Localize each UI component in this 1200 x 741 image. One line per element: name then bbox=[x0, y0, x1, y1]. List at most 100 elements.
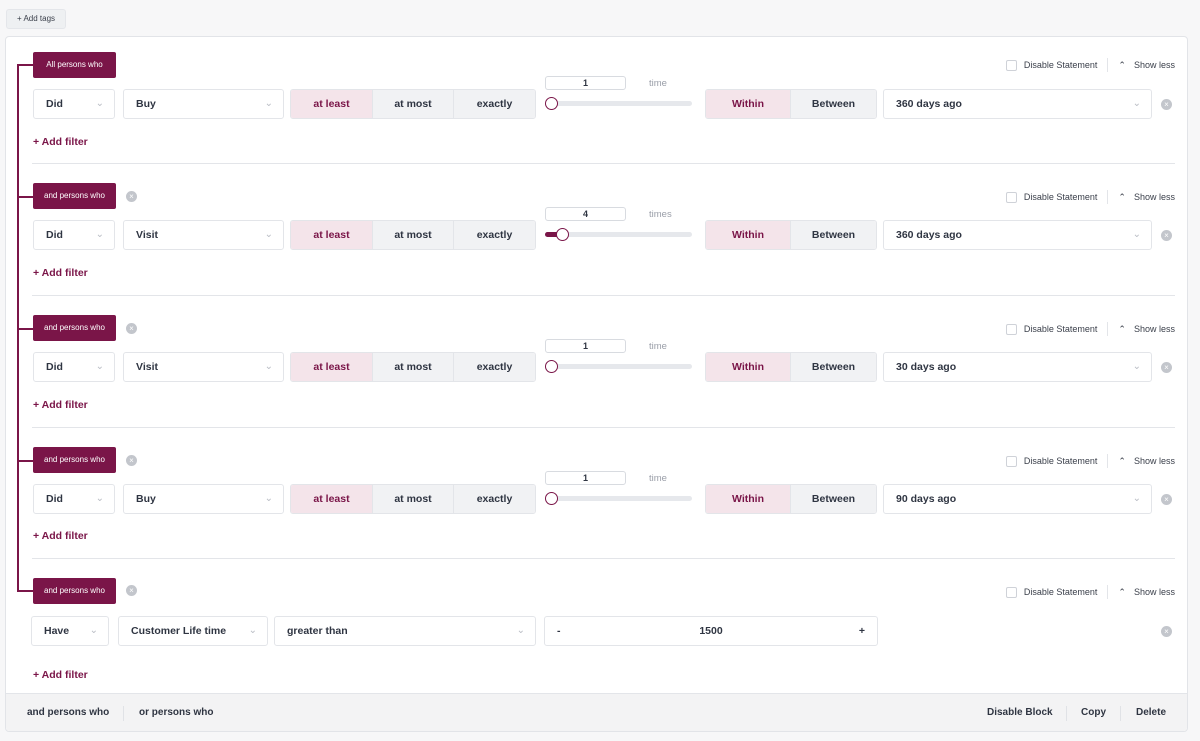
remove-statement-icon[interactable]: × bbox=[126, 323, 137, 334]
verb-select[interactable]: Did ⌄ bbox=[33, 220, 115, 250]
verb-select[interactable]: Did ⌄ bbox=[33, 352, 115, 382]
copy-button[interactable]: Copy bbox=[1081, 694, 1106, 731]
chevron-up-icon[interactable]: ⌃ bbox=[1118, 456, 1126, 467]
comparison-at-most[interactable]: at most bbox=[373, 353, 454, 381]
verb-select[interactable]: Have ⌄ bbox=[31, 616, 109, 646]
comparison-exactly[interactable]: exactly bbox=[454, 90, 535, 118]
chevron-up-icon[interactable]: ⌃ bbox=[1118, 192, 1126, 203]
time-within[interactable]: Within bbox=[706, 485, 791, 513]
verb-value: Have bbox=[44, 625, 70, 637]
verb-select[interactable]: Did ⌄ bbox=[33, 484, 115, 514]
and-persons-who-button[interactable]: and persons who bbox=[27, 694, 109, 731]
time-within[interactable]: Within bbox=[706, 221, 791, 249]
slider-thumb[interactable] bbox=[545, 360, 558, 373]
time-value-select[interactable]: 90 days ago ⌄ bbox=[883, 484, 1152, 514]
decrement-button[interactable]: - bbox=[557, 617, 561, 645]
count-slider[interactable] bbox=[545, 360, 692, 373]
disable-statement-label[interactable]: Disable Statement bbox=[1024, 192, 1098, 202]
show-less-button[interactable]: Show less bbox=[1134, 456, 1175, 466]
remove-statement-icon[interactable]: × bbox=[126, 191, 137, 202]
remove-row-icon[interactable]: × bbox=[1161, 626, 1172, 637]
comparison-at-least[interactable]: at least bbox=[291, 485, 373, 513]
remove-statement-icon[interactable]: × bbox=[126, 585, 137, 596]
show-less-button[interactable]: Show less bbox=[1134, 324, 1175, 334]
verb-select[interactable]: Did ⌄ bbox=[33, 89, 115, 119]
comparison-at-least[interactable]: at least bbox=[291, 90, 373, 118]
count-slider[interactable] bbox=[545, 492, 692, 505]
remove-statement-icon[interactable]: × bbox=[126, 455, 137, 466]
statement-tools: Disable Statement ⌃ Show less bbox=[1005, 58, 1175, 72]
count-slider[interactable] bbox=[545, 97, 692, 110]
add-filter-button[interactable]: + Add filter bbox=[33, 267, 88, 279]
add-filter-button[interactable]: + Add filter bbox=[33, 530, 88, 542]
disable-statement-checkbox[interactable] bbox=[1005, 586, 1017, 598]
event-select[interactable]: Visit ⌄ bbox=[123, 220, 284, 250]
time-value-select[interactable]: 360 days ago ⌄ bbox=[883, 220, 1152, 250]
increment-button[interactable]: + bbox=[859, 617, 865, 645]
event-select[interactable]: Buy ⌄ bbox=[123, 484, 284, 514]
show-less-button[interactable]: Show less bbox=[1134, 192, 1175, 202]
time-value-select[interactable]: 360 days ago ⌄ bbox=[883, 89, 1152, 119]
comparison-at-most[interactable]: at most bbox=[373, 90, 454, 118]
divider bbox=[1107, 58, 1109, 72]
chevron-up-icon[interactable]: ⌃ bbox=[1118, 60, 1126, 71]
statement-tools: Disable Statement ⌃ Show less bbox=[1005, 585, 1175, 599]
time-between[interactable]: Between bbox=[791, 485, 876, 513]
comparison-exactly[interactable]: exactly bbox=[454, 353, 535, 381]
count-input[interactable]: 1 bbox=[545, 76, 626, 90]
comparison-at-most[interactable]: at most bbox=[373, 221, 454, 249]
comparison-at-least[interactable]: at least bbox=[291, 353, 373, 381]
time-within[interactable]: Within bbox=[706, 353, 791, 381]
disable-statement-label[interactable]: Disable Statement bbox=[1024, 456, 1098, 466]
show-less-button[interactable]: Show less bbox=[1134, 587, 1175, 597]
remove-row-icon[interactable]: × bbox=[1161, 362, 1172, 373]
comparison-exactly[interactable]: exactly bbox=[454, 221, 535, 249]
disable-statement-checkbox[interactable] bbox=[1005, 323, 1017, 335]
comparison-at-least[interactable]: at least bbox=[291, 221, 373, 249]
slider-thumb[interactable] bbox=[555, 228, 569, 241]
show-less-button[interactable]: Show less bbox=[1134, 60, 1175, 70]
comparison-exactly[interactable]: exactly bbox=[454, 485, 535, 513]
count-slider[interactable] bbox=[545, 228, 692, 241]
event-value: Buy bbox=[136, 98, 156, 110]
operator-select[interactable]: greater than ⌄ bbox=[274, 616, 536, 646]
count-input[interactable]: 1 bbox=[545, 471, 626, 485]
slider-thumb[interactable] bbox=[545, 492, 558, 505]
statement-tools: Disable Statement ⌃ Show less bbox=[1005, 190, 1175, 204]
event-select[interactable]: Buy ⌄ bbox=[123, 89, 284, 119]
event-value: Buy bbox=[136, 493, 156, 505]
or-persons-who-button[interactable]: or persons who bbox=[139, 694, 213, 731]
chevron-up-icon[interactable]: ⌃ bbox=[1118, 324, 1126, 335]
delete-button[interactable]: Delete bbox=[1136, 694, 1166, 731]
add-filter-button[interactable]: + Add filter bbox=[33, 136, 88, 148]
add-tags-button[interactable]: + Add tags bbox=[6, 9, 67, 29]
time-between[interactable]: Between bbox=[791, 353, 876, 381]
remove-row-icon[interactable]: × bbox=[1161, 494, 1172, 505]
disable-statement-label[interactable]: Disable Statement bbox=[1024, 587, 1098, 597]
attribute-select[interactable]: Customer Life time ⌄ bbox=[118, 616, 268, 646]
stepper-value[interactable]: 1500 bbox=[545, 617, 877, 645]
time-within[interactable]: Within bbox=[706, 90, 791, 118]
disable-statement-checkbox[interactable] bbox=[1005, 455, 1017, 467]
segment-block: All persons who Disable Statement ⌃ Show… bbox=[5, 36, 1188, 732]
count-input[interactable]: 1 bbox=[545, 339, 626, 353]
remove-row-icon[interactable]: × bbox=[1161, 99, 1172, 110]
disable-block-button[interactable]: Disable Block bbox=[987, 694, 1053, 731]
time-value-select[interactable]: 30 days ago ⌄ bbox=[883, 352, 1152, 382]
time-segmented-control: Within Between bbox=[705, 484, 877, 514]
add-filter-button[interactable]: + Add filter bbox=[33, 669, 88, 681]
count-input[interactable]: 4 bbox=[545, 207, 626, 221]
event-select[interactable]: Visit ⌄ bbox=[123, 352, 284, 382]
comparison-at-most[interactable]: at most bbox=[373, 485, 454, 513]
disable-statement-label[interactable]: Disable Statement bbox=[1024, 324, 1098, 334]
time-between[interactable]: Between bbox=[791, 90, 876, 118]
time-between[interactable]: Between bbox=[791, 221, 876, 249]
chevron-up-icon[interactable]: ⌃ bbox=[1118, 587, 1126, 598]
add-filter-button[interactable]: + Add filter bbox=[33, 399, 88, 411]
disable-statement-checkbox[interactable] bbox=[1005, 59, 1017, 71]
slider-thumb[interactable] bbox=[545, 97, 558, 110]
remove-row-icon[interactable]: × bbox=[1161, 230, 1172, 241]
disable-statement-label[interactable]: Disable Statement bbox=[1024, 60, 1098, 70]
value-stepper: 1500 - + bbox=[544, 616, 878, 646]
disable-statement-checkbox[interactable] bbox=[1005, 191, 1017, 203]
